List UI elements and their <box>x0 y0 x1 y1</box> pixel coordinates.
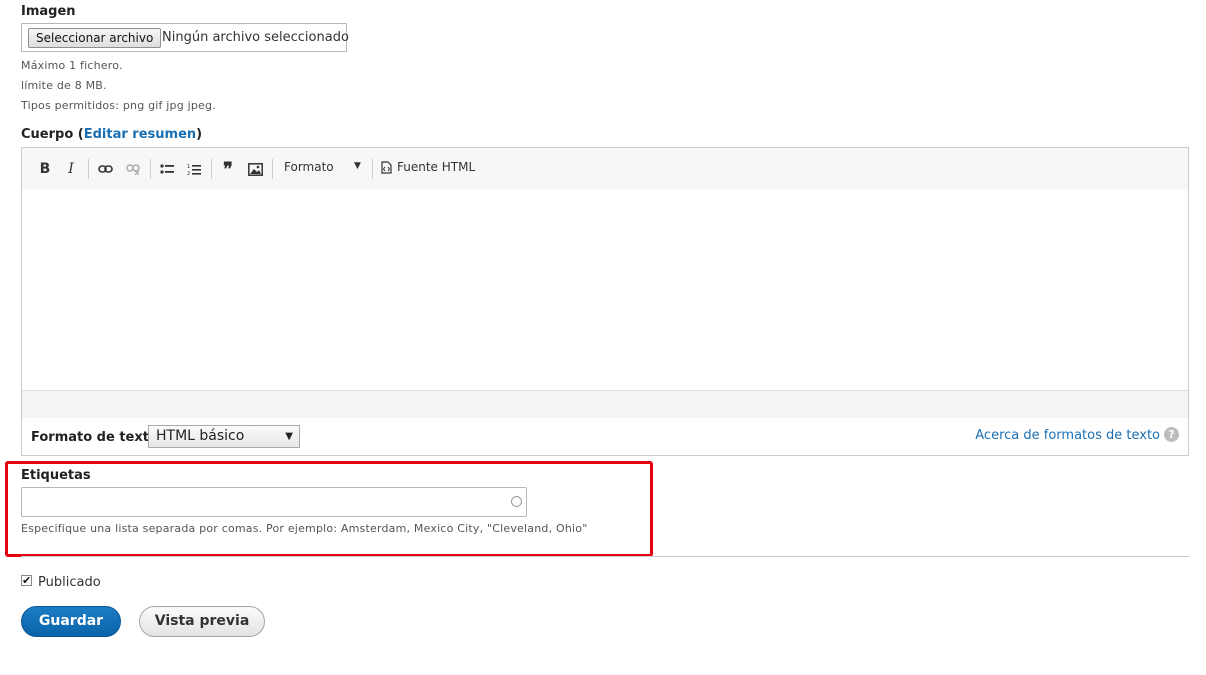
italic-icon[interactable]: I <box>61 159 81 179</box>
body-text-area[interactable] <box>22 190 1188 390</box>
svg-text:1: 1 <box>187 164 190 170</box>
toolbar-separator <box>372 159 373 179</box>
save-button[interactable]: Guardar <box>21 606 121 637</box>
published-label[interactable]: Publicado <box>38 575 101 590</box>
body-editor: B I 12 ❞ Formato ▼ Fuente HTML Formato d… <box>21 147 1189 456</box>
body-label-text: Cuerpo ( <box>21 127 84 142</box>
toolbar-separator <box>272 159 273 179</box>
text-format-select[interactable]: HTML básico ▼ <box>148 425 300 448</box>
toolbar-separator <box>150 159 151 179</box>
image-help-max-files: Máximo 1 fichero. <box>21 59 123 72</box>
published-checkbox[interactable]: ✔ <box>21 575 32 586</box>
bold-icon[interactable]: B <box>35 159 55 179</box>
tags-input[interactable] <box>21 487 527 517</box>
text-format-selected: HTML básico <box>156 428 245 444</box>
blockquote-icon[interactable]: ❞ <box>218 159 238 180</box>
editor-toolbar: B I 12 ❞ Formato ▼ Fuente HTML <box>22 148 1188 191</box>
source-icon <box>381 160 392 174</box>
body-label-close: ) <box>196 127 203 142</box>
autocomplete-throbber-icon <box>511 496 522 507</box>
bulleted-list-icon[interactable] <box>157 159 177 179</box>
help-icon[interactable]: ? <box>1164 427 1179 442</box>
unlink-icon[interactable] <box>123 159 143 179</box>
preview-button[interactable]: Vista previa <box>139 606 265 637</box>
divider <box>21 556 1189 557</box>
link-icon[interactable] <box>95 159 115 179</box>
image-field-label: Imagen <box>21 4 76 19</box>
numbered-list-icon[interactable]: 12 <box>184 159 204 179</box>
select-file-button[interactable]: Seleccionar archivo <box>28 28 162 48</box>
image-help-size-limit: límite de 8 MB. <box>21 79 107 92</box>
format-dropdown[interactable]: Formato <box>284 160 334 174</box>
toolbar-separator <box>88 159 89 179</box>
svg-text:2: 2 <box>187 171 190 176</box>
image-help-allowed-types: Tipos permitidos: png gif jpg jpeg. <box>21 99 216 112</box>
image-icon[interactable] <box>245 159 265 179</box>
body-field-label: Cuerpo (Editar resumen) <box>21 127 202 142</box>
toolbar-separator <box>211 159 212 179</box>
file-status-text: Ningún archivo seleccionado <box>162 30 349 45</box>
text-format-row: Formato de texto HTML básico ▼ Acerca de… <box>22 418 1188 455</box>
tags-field-label: Etiquetas <box>21 468 91 483</box>
source-html-button[interactable]: Fuente HTML <box>381 160 475 174</box>
editor-status-bar <box>22 390 1188 419</box>
about-text-formats-link[interactable]: Acerca de formatos de texto <box>975 428 1160 443</box>
text-format-label: Formato de texto <box>31 430 158 445</box>
image-file-input[interactable]: Seleccionar archivo Ningún archivo selec… <box>21 23 349 52</box>
edit-summary-link[interactable]: Editar resumen <box>84 127 196 142</box>
chevron-down-icon[interactable]: ▼ <box>354 161 361 171</box>
source-html-label: Fuente HTML <box>397 160 476 174</box>
chevron-down-icon: ▼ <box>285 431 293 442</box>
tags-description: Especifique una lista separada por comas… <box>21 522 588 535</box>
